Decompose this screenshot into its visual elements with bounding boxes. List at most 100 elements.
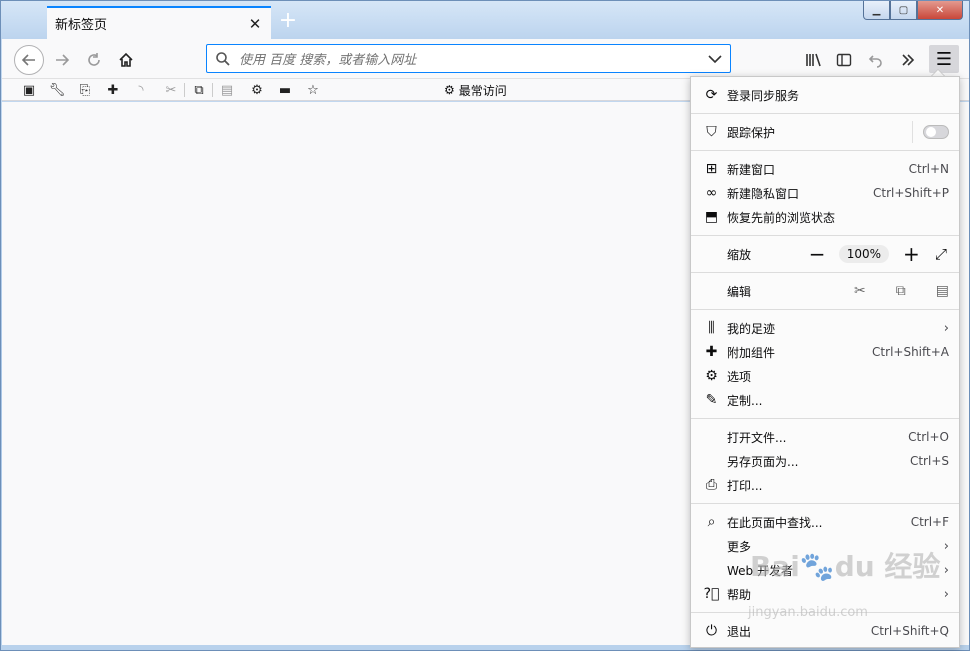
menu-item-sync[interactable]: ⟳ 登录同步服务 bbox=[691, 83, 959, 107]
tab-icon[interactable]: ⎘ bbox=[76, 81, 94, 99]
gear-icon[interactable]: ⚙ bbox=[248, 81, 266, 99]
rss-icon[interactable]: ◝ bbox=[132, 81, 150, 99]
menu-item-quit[interactable]: ⏻ 退出 Ctrl+Shift+Q bbox=[691, 619, 959, 643]
separator bbox=[691, 235, 959, 236]
menu-item-new-window[interactable]: ⊞ 新建窗口 Ctrl+N bbox=[691, 157, 959, 181]
menu-item-find[interactable]: ⌕ 在此页面中查找... Ctrl+F bbox=[691, 510, 959, 534]
paintbrush-icon: ✎ bbox=[705, 392, 718, 408]
edit-controls: ✂ ⧉ ▤ bbox=[854, 283, 949, 299]
reader-icon[interactable]: ▣ bbox=[20, 81, 38, 99]
menu-item-addons[interactable]: ✚ 附加组件 Ctrl+Shift+A bbox=[691, 340, 959, 364]
wrench-icon[interactable]: 🔧︎ bbox=[48, 81, 66, 99]
menu-item-library[interactable]: ⫼ 我的足迹 › bbox=[691, 316, 959, 340]
menu-item-new-private-window[interactable]: ∞ 新建隐私窗口 Ctrl+Shift+P bbox=[691, 181, 959, 205]
restore-icon: ⬒ bbox=[704, 209, 719, 225]
paste-icon[interactable]: ▤ bbox=[218, 81, 236, 99]
menu-label: 登录同步服务 bbox=[727, 88, 800, 103]
back-arrow-icon bbox=[21, 54, 35, 66]
menu-label: 跟踪保护 bbox=[727, 125, 776, 140]
search-icon: ⌕ bbox=[707, 514, 716, 530]
tab-title: 新标签页 bbox=[55, 18, 108, 33]
separator bbox=[212, 83, 213, 97]
separator bbox=[691, 113, 959, 114]
zoom-out-button[interactable]: − bbox=[809, 244, 826, 264]
shortcut-label: Ctrl+O bbox=[908, 430, 949, 444]
url-placeholder: 使用 百度 搜索，或者输入网址 bbox=[239, 53, 417, 68]
separator bbox=[691, 272, 959, 273]
zoom-in-button[interactable]: + bbox=[903, 244, 920, 264]
library-icon bbox=[806, 53, 821, 67]
fullscreen-icon[interactable]: ⤢ bbox=[933, 245, 949, 263]
reload-icon bbox=[88, 53, 100, 66]
paste-icon[interactable]: ▤ bbox=[936, 283, 949, 299]
gear-icon: ⚙ bbox=[444, 83, 455, 97]
watermark-url: jingyan.baidu.com bbox=[748, 605, 868, 620]
shortcut-label: Ctrl+N bbox=[908, 162, 949, 176]
tab-new-tab[interactable]: 新标签页 ✕ bbox=[47, 6, 271, 39]
tracking-toggle[interactable] bbox=[923, 125, 949, 139]
chevron-right-icon: › bbox=[943, 538, 949, 554]
most-visited-label: 最常访问 bbox=[458, 83, 507, 98]
maximize-button[interactable]: ▢ bbox=[890, 1, 917, 20]
home-button[interactable] bbox=[112, 46, 140, 74]
shortcut-label: Ctrl+Shift+A bbox=[872, 345, 949, 359]
reload-button[interactable] bbox=[80, 46, 108, 74]
help-icon: ?⃝ bbox=[703, 586, 720, 602]
url-bar[interactable]: 使用 百度 搜索，或者输入网址 bbox=[206, 44, 731, 73]
home-icon bbox=[119, 52, 133, 67]
menu-item-zoom: 缩放 − 100% + ⤢ bbox=[691, 242, 959, 266]
tab-close-icon[interactable]: ✕ bbox=[247, 16, 263, 32]
copy-icon[interactable]: ⧉ bbox=[896, 283, 906, 299]
menu-label: 新建隐私窗口 bbox=[727, 186, 800, 201]
library-button[interactable] bbox=[800, 46, 828, 74]
menu-item-customize[interactable]: ✎ 定制... bbox=[691, 388, 959, 412]
menu-item-tracking-protection[interactable]: ⛉ 跟踪保护 bbox=[691, 120, 959, 144]
undo-button[interactable] bbox=[862, 46, 890, 74]
menu-label: 另存页面为... bbox=[727, 454, 799, 469]
back-button[interactable] bbox=[14, 45, 44, 75]
cut-icon[interactable]: ✂ bbox=[162, 81, 180, 99]
window-close-button[interactable]: ✕ bbox=[917, 1, 963, 20]
overflow-button[interactable] bbox=[894, 46, 922, 74]
menu-label: 打印... bbox=[727, 478, 763, 493]
hat-icon[interactable]: ▬ bbox=[276, 81, 294, 99]
copy-icon[interactable]: ⧉ bbox=[190, 81, 208, 99]
menu-item-edit: 编辑 ✂ ⧉ ▤ bbox=[691, 279, 959, 303]
sidebar-button[interactable] bbox=[830, 46, 858, 74]
menu-item-restore-session[interactable]: ⬒ 恢复先前的浏览状态 bbox=[691, 205, 959, 229]
menu-item-options[interactable]: ⚙ 选项 bbox=[691, 364, 959, 388]
hamburger-icon: ☰ bbox=[935, 48, 953, 70]
printer-icon: ⎙ bbox=[705, 477, 718, 493]
zoom-controls: − 100% + ⤢ bbox=[809, 244, 949, 264]
title-bar: 新标签页 ✕ + ▁ ▢ ✕ bbox=[1, 1, 969, 39]
menu-label: 新建窗口 bbox=[727, 162, 776, 177]
separator bbox=[691, 418, 959, 419]
menu-label: 恢复先前的浏览状态 bbox=[727, 210, 836, 225]
chevron-right-icon: › bbox=[943, 586, 949, 602]
most-visited-folder[interactable]: ⚙ 最常访问 bbox=[444, 81, 507, 99]
new-tab-button[interactable]: + bbox=[277, 10, 299, 33]
forward-button[interactable] bbox=[48, 46, 76, 74]
chevron-down-icon[interactable] bbox=[708, 54, 722, 64]
cut-icon[interactable]: ✂ bbox=[854, 283, 866, 299]
menu-item-print[interactable]: ⎙ 打印... bbox=[691, 473, 959, 497]
undo-icon bbox=[868, 55, 882, 68]
menu-item-open-file[interactable]: 打开文件... Ctrl+O bbox=[691, 425, 959, 449]
zoom-reset-button[interactable]: 100% bbox=[838, 245, 889, 263]
star-tray-icon[interactable]: ☆ bbox=[304, 81, 322, 99]
menu-item-save-page[interactable]: 另存页面为... Ctrl+S bbox=[691, 449, 959, 473]
separator bbox=[691, 309, 959, 310]
shortcut-label: Ctrl+S bbox=[909, 454, 949, 468]
menu-item-help[interactable]: ?⃝ 帮助 › bbox=[691, 582, 959, 606]
shield-icon: ⛉ bbox=[706, 124, 717, 140]
minimize-button[interactable]: ▁ bbox=[863, 1, 890, 20]
puzzle-icon: ✚ bbox=[705, 344, 718, 360]
search-icon bbox=[216, 51, 230, 66]
puzzle-icon[interactable]: ✚ bbox=[104, 81, 122, 99]
nav-bar: 使用 百度 搜索，或者输入网址 ☰ bbox=[2, 39, 969, 79]
shortcut-label: Ctrl+F bbox=[910, 515, 949, 529]
private-mask-icon: ∞ bbox=[705, 185, 718, 201]
menu-label: 在此页面中查找... bbox=[727, 515, 823, 530]
zoom-label: 缩放 bbox=[727, 247, 752, 262]
new-window-icon: ⊞ bbox=[705, 161, 718, 177]
